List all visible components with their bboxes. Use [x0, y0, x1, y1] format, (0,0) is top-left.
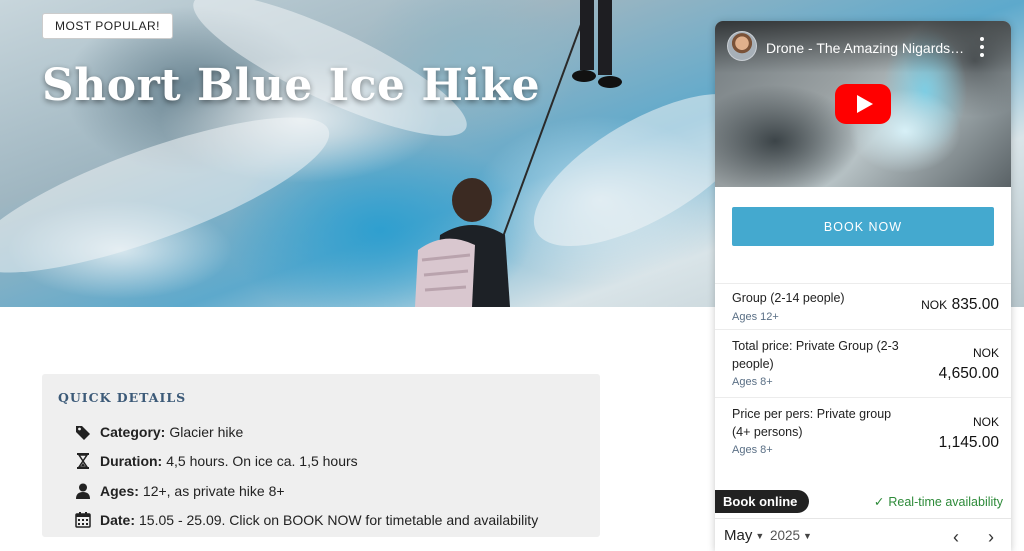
video-embed[interactable]: Drone - The Amazing Nigardsbreen Glacier — [715, 21, 1011, 187]
quick-details-heading: QUICK DETAILS — [58, 390, 187, 405]
checkmark-icon: ✓ — [873, 495, 885, 509]
tag-icon — [74, 423, 92, 441]
more-options-icon[interactable] — [977, 37, 987, 57]
month-label: May — [724, 527, 753, 544]
price-amount: NOK 4,650.00 — [939, 346, 999, 383]
booking-panel: Drone - The Amazing Nigardsbreen Glacier… — [715, 21, 1011, 551]
price-description: Group (2-14 people) — [732, 291, 845, 305]
video-title[interactable]: Drone - The Amazing Nigardsbreen Glacier — [766, 40, 966, 56]
price-value: 835.00 — [951, 296, 999, 313]
detail-value: 4,5 hours. On ice ca. 1,5 hours — [166, 453, 358, 470]
book-online-label: Book online — [715, 490, 810, 513]
channel-avatar[interactable] — [727, 31, 757, 61]
price-age: Ages 8+ — [732, 376, 773, 388]
realtime-label: Real-time availability — [888, 494, 1003, 509]
year-label: 2025 — [770, 528, 801, 543]
price-row[interactable]: Price per pers: Private group (4+ person… — [715, 397, 1011, 465]
detail-value: 12+, as private hike 8+ — [142, 482, 285, 499]
youtube-play-button[interactable] — [835, 84, 891, 124]
detail-duration: Duration: 4,5 hours. On ice ca. 1,5 hour… — [58, 447, 584, 477]
price-currency: NOK — [972, 346, 999, 360]
calendar-header: May ▼ 2025 ▼ ‹ › — [715, 518, 1011, 551]
ice-ridge — [0, 87, 344, 303]
most-popular-badge: MOST POPULAR! — [42, 13, 173, 39]
hiker-figure — [572, 0, 622, 88]
price-description: Total price: Private Group (2-3 people) — [732, 339, 899, 371]
price-value: 1,145.00 — [938, 434, 999, 451]
realtime-availability: ✓ Real-time availability — [873, 494, 1003, 510]
year-select[interactable]: 2025 ▼ — [770, 528, 812, 543]
month-select[interactable]: May ▼ — [724, 527, 764, 544]
calendar-icon — [74, 511, 92, 529]
detail-label: Duration: — [100, 453, 163, 470]
person-icon — [74, 482, 92, 500]
price-currency: NOK — [921, 298, 948, 312]
detail-value: 15.05 - 25.09. Click on BOOK NOW for tim… — [139, 512, 539, 529]
detail-label: Date: — [100, 512, 136, 529]
detail-ages: Ages: 12+, as private hike 8+ — [58, 476, 584, 506]
hiker-figure — [415, 178, 510, 307]
detail-label: Ages: — [100, 482, 139, 499]
price-description: Price per pers: Private group (4+ person… — [732, 407, 892, 439]
book-now-button[interactable]: BOOK NOW — [732, 207, 994, 246]
chevron-down-icon: ▼ — [803, 531, 812, 542]
chevron-down-icon: ▼ — [755, 531, 765, 542]
detail-value: Glacier hike — [169, 423, 244, 440]
price-value: 4,650.00 — [938, 365, 999, 382]
detail-date: Date: 15.05 - 25.09. Click on BOOK NOW f… — [58, 506, 584, 536]
price-amount: NOK 1,145.00 — [939, 415, 999, 452]
price-currency: NOK — [972, 415, 999, 429]
detail-label: Category: — [100, 423, 166, 440]
price-age: Ages 12+ — [732, 311, 779, 323]
price-row[interactable]: Total price: Private Group (2-3 people) … — [715, 329, 1011, 398]
hourglass-icon — [74, 452, 92, 470]
page-title: Short Blue Ice Hike — [42, 60, 541, 111]
price-age: Ages 8+ — [732, 444, 773, 456]
price-amount: NOK 835.00 — [921, 296, 999, 314]
detail-category: Category: Glacier hike — [58, 417, 584, 447]
quick-details-box: QUICK DETAILS Category: Glacier hike Dur… — [42, 374, 600, 537]
